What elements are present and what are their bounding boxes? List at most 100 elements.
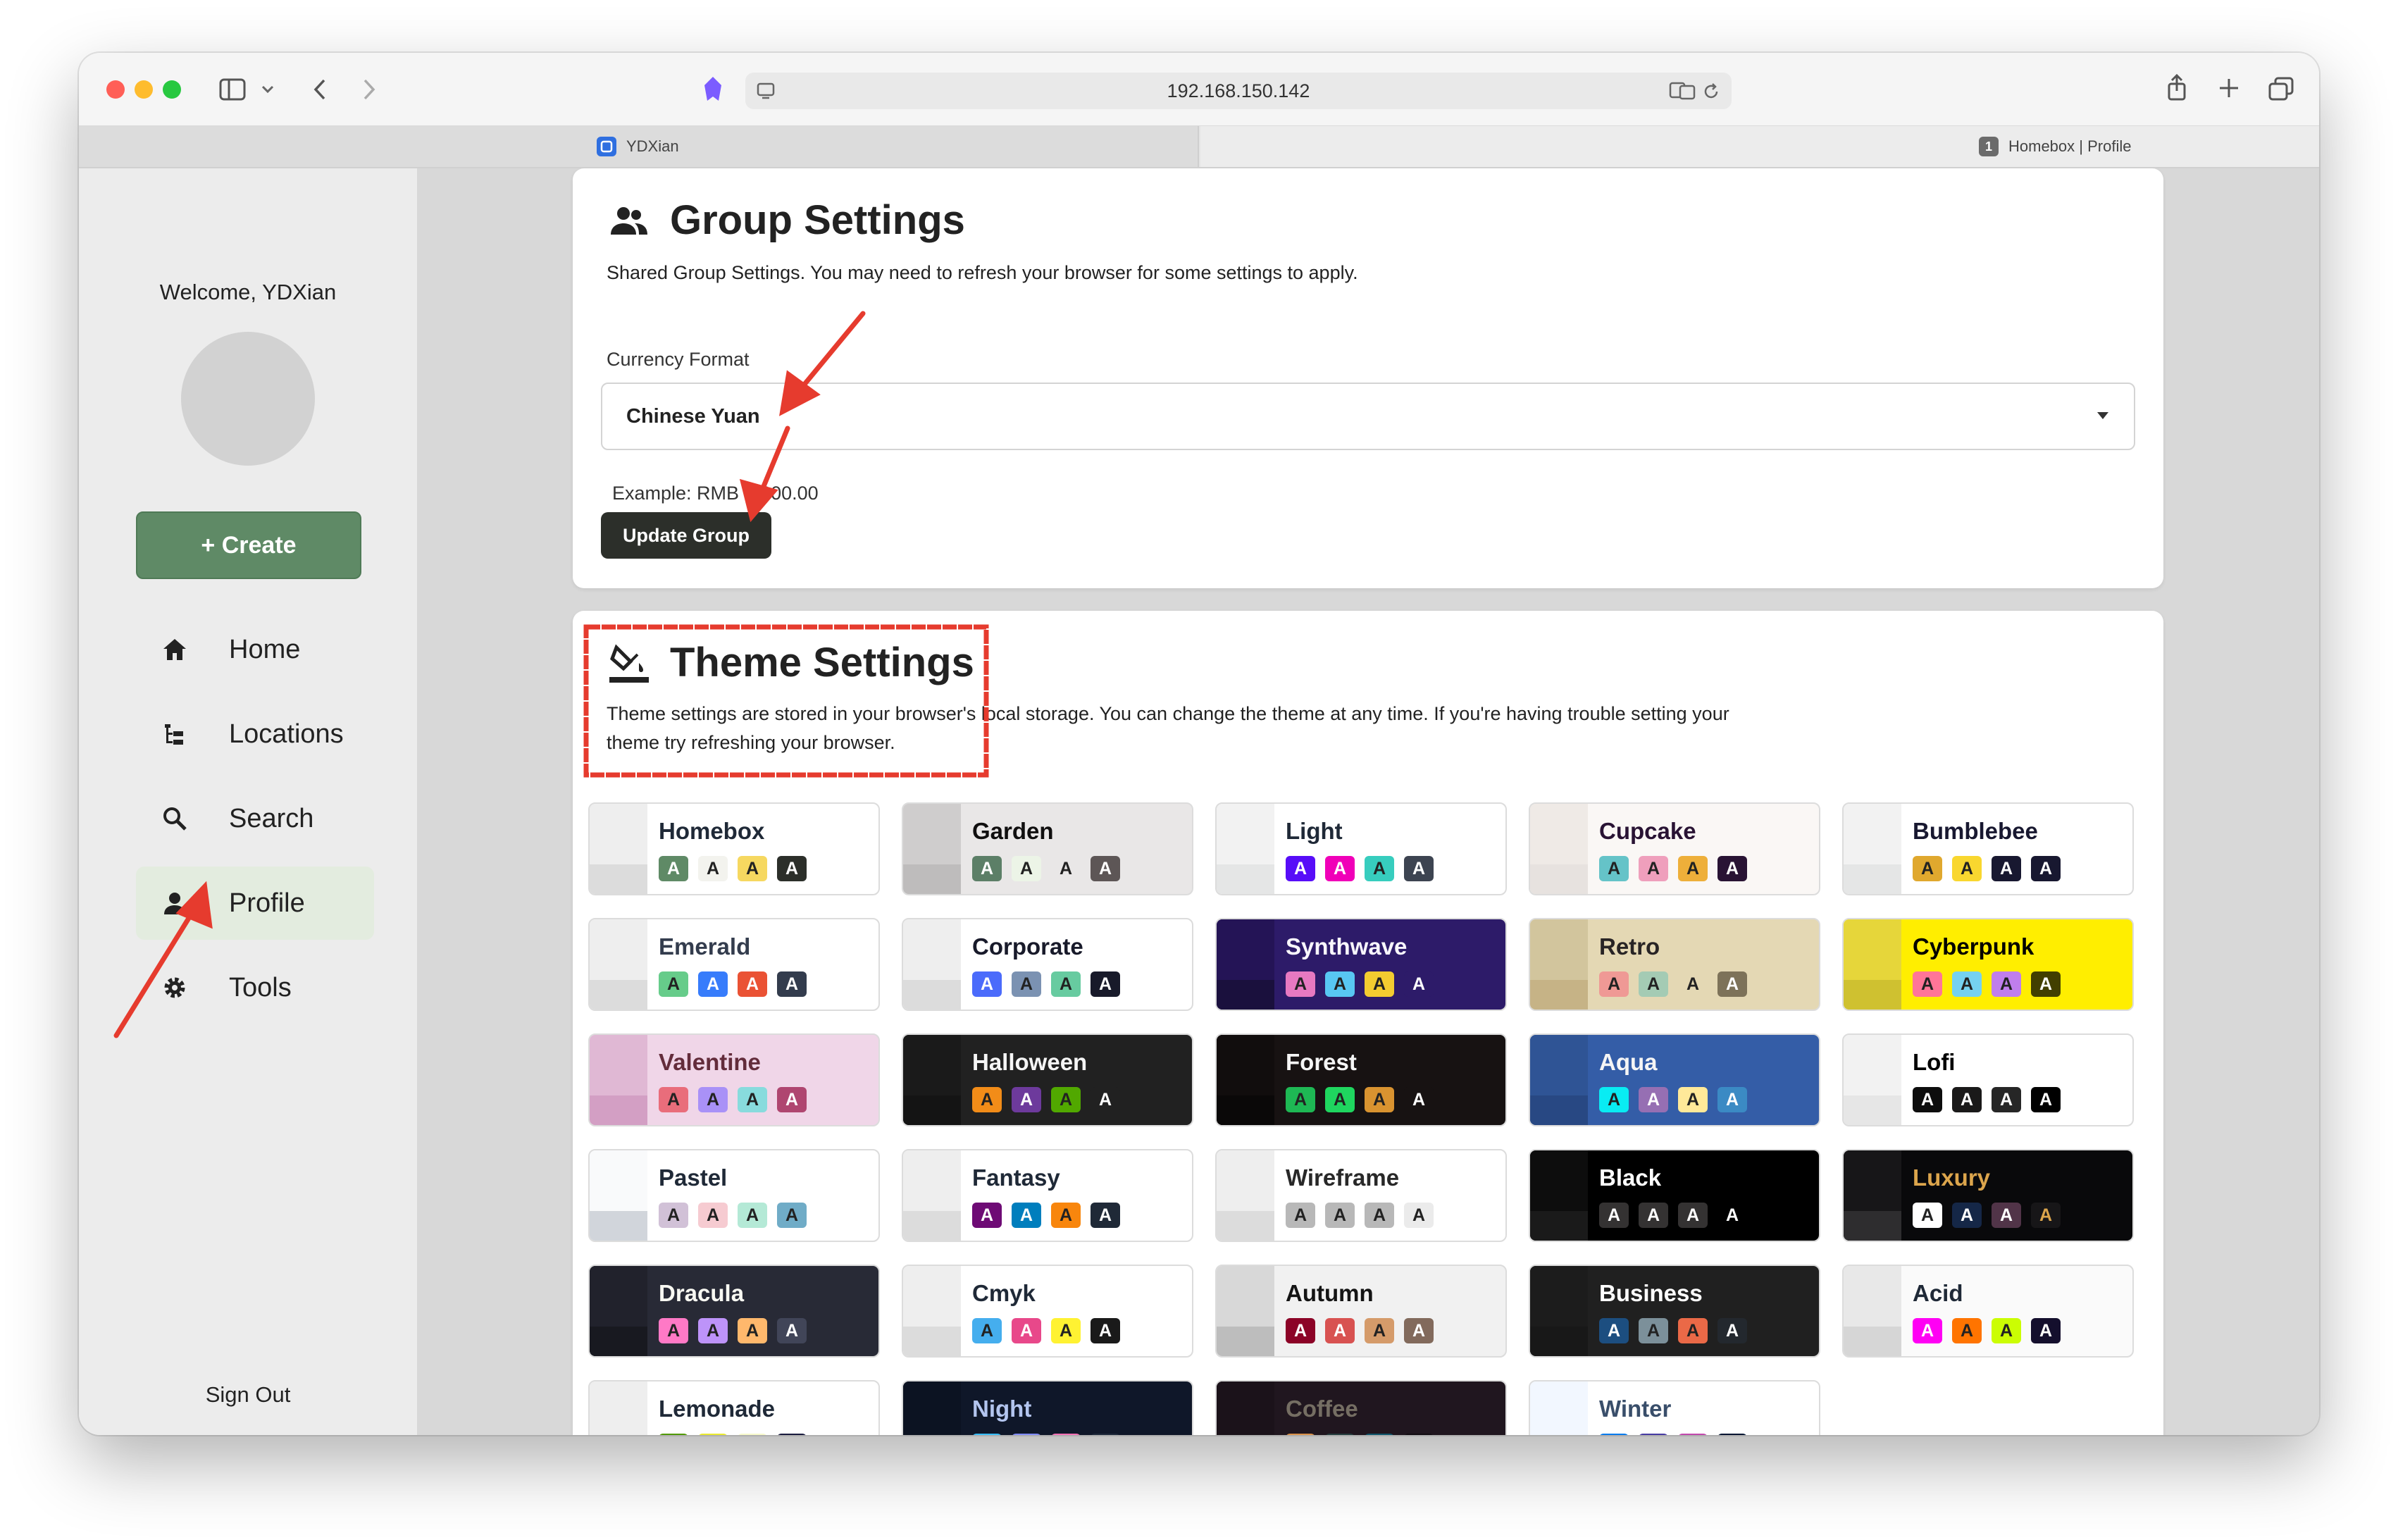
theme-swatch: A xyxy=(1952,1318,1982,1343)
create-button[interactable]: + Create xyxy=(136,511,361,579)
theme-option-coffee[interactable]: Coffee A A A A xyxy=(1215,1380,1507,1435)
theme-option-retro[interactable]: Retro A A A A xyxy=(1529,918,1820,1011)
theme-swatches: AAAA xyxy=(1286,1434,1434,1435)
theme-option-winter[interactable]: Winter A A A A xyxy=(1529,1380,1820,1435)
theme-option-synthwave[interactable]: Synthwave A A A A xyxy=(1215,918,1507,1011)
theme-color-strip xyxy=(1844,1035,1901,1095)
theme-swatch: A xyxy=(1599,1318,1629,1343)
reload-icon[interactable] xyxy=(1701,81,1722,102)
theme-option-acid[interactable]: Acid A A A A xyxy=(1842,1265,2134,1358)
theme-swatches: AAAA xyxy=(1913,971,2061,997)
theme-swatch: A xyxy=(972,1203,1002,1228)
theme-color-strip xyxy=(1217,919,1274,980)
theme-name: Forest xyxy=(1286,1049,1357,1075)
theme-name: Autumn xyxy=(1286,1280,1374,1306)
theme-option-luxury[interactable]: Luxury A A A A xyxy=(1842,1149,2134,1242)
theme-option-fantasy[interactable]: Fantasy A A A A xyxy=(902,1149,1193,1242)
translate-icon[interactable] xyxy=(1668,81,1696,101)
currency-example-text: Example: RMB 1,000.00 xyxy=(612,483,819,504)
theme-color-strip xyxy=(1217,1327,1274,1356)
theme-color-strip xyxy=(1217,1150,1274,1211)
sidebar-item-locations[interactable]: Locations xyxy=(136,697,374,771)
minimize-window-button[interactable] xyxy=(135,80,153,99)
theme-swatch: A xyxy=(698,1203,728,1228)
theme-option-forest[interactable]: Forest A A A A xyxy=(1215,1033,1507,1126)
theme-option-cmyk[interactable]: Cmyk A A A A xyxy=(902,1265,1193,1358)
theme-option-light[interactable]: Light A A A A xyxy=(1215,802,1507,895)
theme-swatch: A xyxy=(1678,1434,1708,1435)
address-bar[interactable]: 192.168.150.142 xyxy=(745,73,1732,109)
sidebar-item-home[interactable]: Home xyxy=(136,613,374,686)
theme-name: Cmyk xyxy=(972,1280,1036,1306)
paint-bucket-icon xyxy=(608,642,650,684)
theme-settings-card: Theme Settings Theme settings are stored… xyxy=(573,611,2163,1435)
group-settings-description: Shared Group Settings. You may need to r… xyxy=(607,262,1358,283)
back-icon[interactable] xyxy=(306,74,334,105)
tab-overview-icon[interactable] xyxy=(2266,74,2297,105)
theme-color-strip xyxy=(1844,1150,1901,1211)
theme-option-black[interactable]: Black A A A A xyxy=(1529,1149,1820,1242)
theme-color-strip xyxy=(903,1381,961,1435)
theme-option-aqua[interactable]: Aqua A A A A xyxy=(1529,1033,1820,1126)
theme-swatch: A xyxy=(738,971,767,997)
theme-swatch: A xyxy=(777,1318,807,1343)
tab-ydxian[interactable]: YDXian xyxy=(79,126,1199,167)
share-icon[interactable] xyxy=(2163,71,2191,105)
description-line: theme try refreshing your browser. xyxy=(607,732,895,753)
zoom-window-button[interactable] xyxy=(163,80,181,99)
browser-window: 192.168.150.142 YDXian × 1 xyxy=(79,53,2319,1435)
chevron-down-icon[interactable] xyxy=(259,81,276,98)
theme-option-cyberpunk[interactable]: Cyberpunk A A A A xyxy=(1842,918,2134,1011)
theme-option-night[interactable]: Night A A A A xyxy=(902,1380,1193,1435)
sidebar-item-tools[interactable]: Tools xyxy=(136,951,374,1024)
theme-name: Cyberpunk xyxy=(1913,933,2034,960)
theme-name: Black xyxy=(1599,1165,1662,1191)
theme-option-homebox[interactable]: Homebox A A A A xyxy=(588,802,880,895)
avatar xyxy=(181,332,315,466)
theme-swatches: AAAA xyxy=(659,1203,807,1228)
theme-option-corporate[interactable]: Corporate A A A A xyxy=(902,918,1193,1011)
extension-icon[interactable] xyxy=(697,74,728,105)
theme-option-lemonade[interactable]: Lemonade A A A A xyxy=(588,1380,880,1435)
theme-option-bumblebee[interactable]: Bumblebee A A A A xyxy=(1842,802,2134,895)
theme-option-garden[interactable]: Garden A A A A xyxy=(902,802,1193,895)
theme-swatch: A xyxy=(1404,1087,1434,1112)
sidebar-item-profile[interactable]: Profile xyxy=(136,867,374,940)
sidebar-item-search[interactable]: Search xyxy=(136,782,374,855)
theme-swatches: AAAA xyxy=(659,856,807,881)
theme-option-lofi[interactable]: Lofi A A A A xyxy=(1842,1033,2134,1126)
theme-option-dracula[interactable]: Dracula A A A A xyxy=(588,1265,880,1358)
currency-format-select[interactable]: Chinese Yuan xyxy=(601,383,2135,450)
theme-swatch: A xyxy=(659,1318,688,1343)
theme-option-emerald[interactable]: Emerald A A A A xyxy=(588,918,880,1011)
theme-swatch: A xyxy=(1599,971,1629,997)
theme-option-business[interactable]: Business A A A A xyxy=(1529,1265,1820,1358)
theme-color-strip xyxy=(1530,1150,1588,1211)
new-tab-icon[interactable] xyxy=(2215,74,2243,102)
theme-swatch: A xyxy=(1286,1203,1315,1228)
theme-option-cupcake[interactable]: Cupcake A A A A xyxy=(1529,802,1820,895)
theme-swatch: A xyxy=(738,1434,767,1435)
update-group-button[interactable]: Update Group xyxy=(601,512,771,559)
sidebar-toggle-icon[interactable] xyxy=(217,75,248,104)
browser-toolbar: 192.168.150.142 xyxy=(79,53,2319,126)
theme-option-halloween[interactable]: Halloween A A A A xyxy=(902,1033,1193,1126)
theme-name: Cupcake xyxy=(1599,818,1696,844)
theme-swatch: A xyxy=(1404,1318,1434,1343)
forward-icon[interactable] xyxy=(355,74,383,105)
theme-color-strip xyxy=(1530,980,1588,1010)
theme-swatch: A xyxy=(1678,856,1708,881)
close-window-button[interactable] xyxy=(106,80,125,99)
theme-option-pastel[interactable]: Pastel A A A A xyxy=(588,1149,880,1242)
theme-option-valentine[interactable]: Valentine A A A A xyxy=(588,1033,880,1126)
theme-option-wireframe[interactable]: Wireframe A A A A xyxy=(1215,1149,1507,1242)
theme-color-strip xyxy=(1530,864,1588,894)
theme-color-strip xyxy=(590,1035,647,1095)
theme-swatches: AAAA xyxy=(1599,971,1747,997)
theme-color-strip xyxy=(1530,1035,1588,1095)
tab-homebox-profile[interactable]: 1 Homebox | Profile xyxy=(1200,126,2319,167)
theme-name: Bumblebee xyxy=(1913,818,2038,844)
theme-option-autumn[interactable]: Autumn A A A A xyxy=(1215,1265,1507,1358)
theme-color-strip xyxy=(1217,1381,1274,1435)
sign-out-link[interactable]: Sign Out xyxy=(79,1382,417,1408)
